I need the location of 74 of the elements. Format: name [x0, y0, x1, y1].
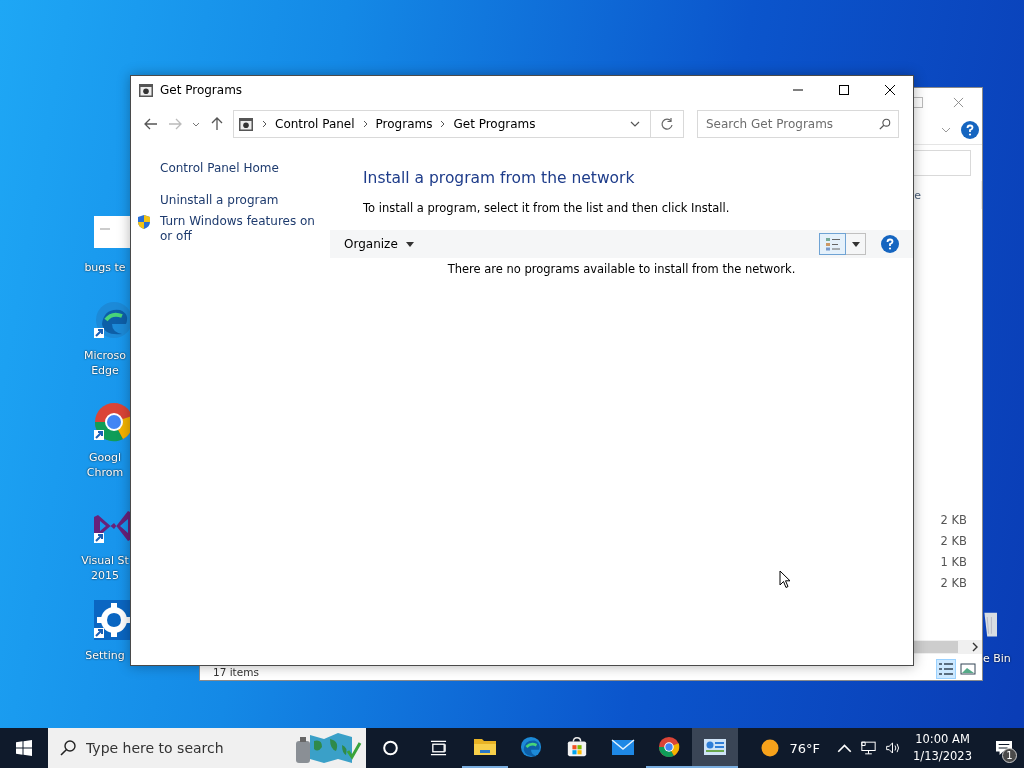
control-panel-icon [703, 736, 727, 758]
address-bar[interactable]: Control Panel Programs Get Programs [233, 110, 651, 138]
window-title: Get Programs [160, 83, 243, 97]
weather-sun-icon[interactable] [760, 739, 779, 757]
sidebar-link[interactable]: Uninstall a program [160, 193, 320, 208]
desktop-icon-label: e Bin [983, 652, 1011, 665]
details-view-icon[interactable] [937, 660, 955, 678]
desktop-icon-label: Microso Edge [82, 348, 128, 378]
refresh-button[interactable] [651, 110, 684, 138]
edge-icon [519, 736, 543, 758]
caret-icon [851, 241, 860, 247]
desktop-icon-label: bugs te [83, 260, 127, 275]
search-icon [60, 740, 76, 756]
chrome-icon[interactable] [92, 402, 132, 442]
help-icon[interactable] [961, 121, 979, 139]
thumbnail-view-icon[interactable] [959, 660, 977, 678]
taskbar-app-button[interactable] [692, 728, 738, 768]
up-arrow-icon [210, 117, 224, 131]
instruction-text: To install a program, select it from the list and then click Install. [363, 201, 731, 215]
view-button[interactable] [819, 233, 846, 255]
file-size: 1 KB [940, 554, 967, 571]
breadcrumb-item[interactable]: Control Panel [275, 117, 355, 131]
desktop-icon-label: Googl Chrom [85, 450, 125, 480]
empty-message: There are no programs available to install from the network. [446, 262, 797, 276]
file-size: 2 KB [940, 575, 967, 592]
network-icon[interactable] [861, 741, 877, 755]
task-view-icon [429, 740, 447, 756]
clock-time[interactable]: 10:00 AM [915, 731, 970, 748]
chevron-down-icon[interactable] [630, 121, 640, 127]
edge-icon[interactable] [92, 300, 132, 340]
chevron-up-icon[interactable] [837, 741, 853, 755]
help-icon[interactable] [881, 235, 899, 253]
column-header[interactable]: e [914, 188, 921, 202]
weather-temperature[interactable]: 76°F [789, 740, 821, 756]
organize-button[interactable]: Organize [344, 232, 414, 256]
control-panel-icon [238, 116, 254, 132]
mail-icon [611, 736, 635, 758]
desktop-icon-label: Visual St 2015 [80, 553, 130, 583]
settings-icon[interactable] [92, 600, 132, 640]
status-text: 17 items [213, 666, 259, 678]
breadcrumb-item[interactable]: Programs [375, 117, 433, 131]
close-icon[interactable] [953, 96, 964, 108]
breadcrumb-item[interactable]: Get Programs [453, 117, 536, 131]
search-field[interactable]: Search Get Programs [697, 110, 899, 138]
chevron-right-icon[interactable] [362, 120, 368, 128]
sidebar-link[interactable]: Turn Windows features on or off [160, 214, 320, 244]
sidebar-link[interactable]: Control Panel Home [160, 161, 320, 176]
page-heading: Install a program from the network [363, 169, 636, 187]
back-arrow-icon [144, 117, 158, 131]
view-dropdown-button[interactable] [846, 233, 866, 255]
forward-arrow-icon [168, 117, 182, 131]
windows-logo-icon [16, 740, 32, 756]
chevron-right-icon[interactable] [262, 120, 267, 128]
close-icon [885, 85, 895, 95]
notification-count: 1 [1002, 748, 1017, 763]
clock-date[interactable]: 1/13/2023 [913, 748, 972, 765]
control-panel-icon [138, 82, 154, 98]
file-size: 2 KB [940, 533, 967, 550]
folder-icon [473, 736, 497, 758]
mouse-cursor-icon [779, 570, 791, 589]
volume-icon[interactable] [885, 741, 901, 755]
details-view-icon [824, 237, 841, 251]
file-size: 2 KB [940, 512, 967, 529]
search-icon [879, 118, 891, 130]
store-bag-icon [565, 736, 589, 758]
desktop-icon-label: Setting [84, 648, 126, 663]
scroll-right-icon[interactable] [972, 642, 978, 652]
chrome-icon [657, 736, 681, 758]
chevron-right-icon[interactable] [440, 120, 446, 128]
chevron-down-icon [192, 121, 200, 127]
caret-icon [405, 241, 414, 247]
circle-icon [381, 740, 399, 756]
refresh-icon [660, 117, 674, 131]
maximize-icon [839, 85, 849, 95]
